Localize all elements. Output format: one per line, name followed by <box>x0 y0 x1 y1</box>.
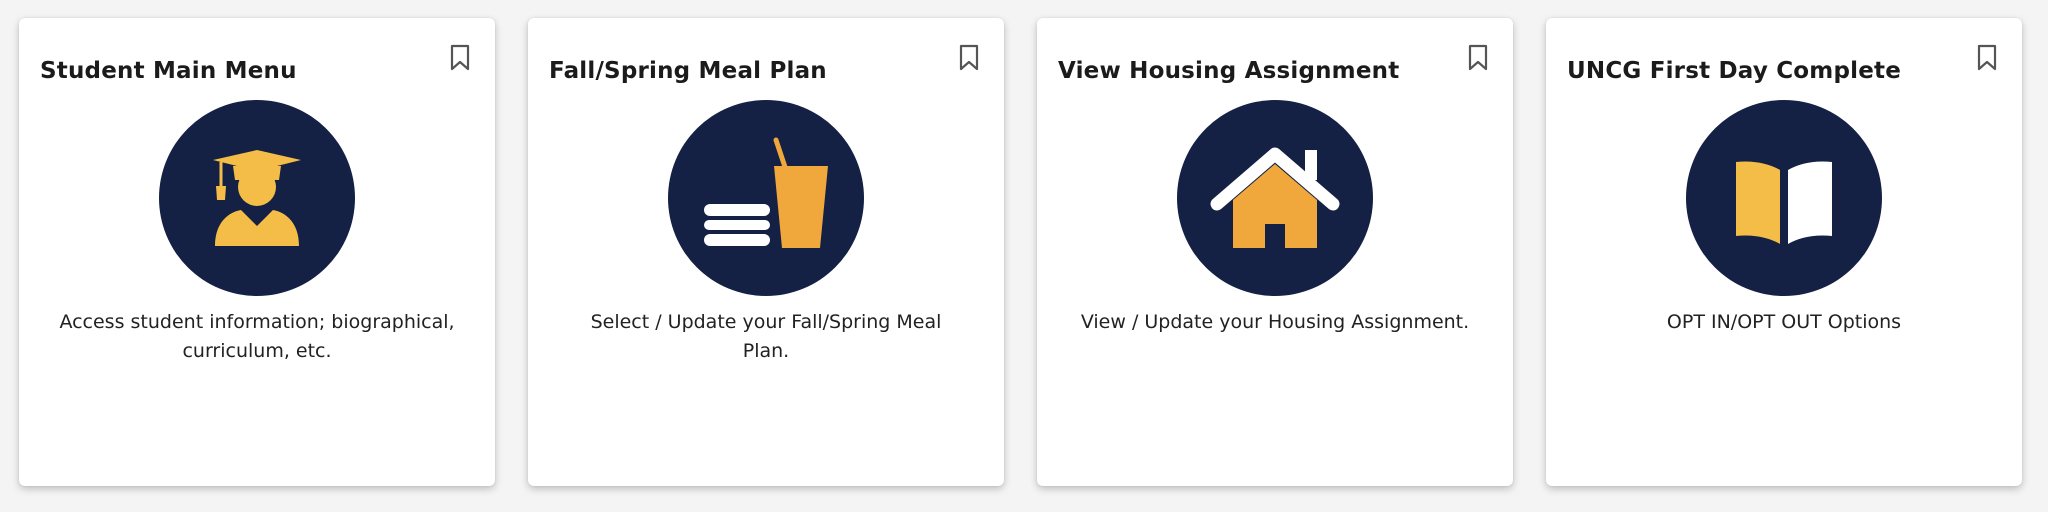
tile-student-main-menu[interactable]: Student Main Menu Access student informa… <box>19 18 495 486</box>
tile-meal-plan[interactable]: Fall/Spring Meal Plan Select / Update yo… <box>528 18 1004 486</box>
bookmark-icon[interactable] <box>958 44 980 72</box>
tile-title: Student Main Menu <box>40 58 297 84</box>
house-icon <box>1177 100 1373 296</box>
tile-description: Select / Update your Fall/Spring Meal Pl… <box>590 311 942 362</box>
bookmark-icon[interactable] <box>1467 44 1489 72</box>
tile-title: UNCG First Day Complete <box>1567 58 1902 84</box>
tile-first-day-complete[interactable]: UNCG First Day Complete OPT IN/OPT OUT O… <box>1546 18 2022 486</box>
graduate-icon <box>159 100 355 296</box>
book-icon <box>1686 100 1882 296</box>
tile-housing-assignment[interactable]: View Housing Assignment View / Update yo… <box>1037 18 1513 486</box>
tile-title: View Housing Assignment <box>1058 58 1400 84</box>
tile-grid: Student Main Menu Access student informa… <box>0 0 2048 512</box>
tile-description: OPT IN/OPT OUT Options <box>1666 311 1902 333</box>
bookmark-icon[interactable] <box>1976 44 1998 72</box>
tile-description: View / Update your Housing Assignment. <box>1080 311 1470 333</box>
bookmark-icon[interactable] <box>449 44 471 72</box>
meal-icon <box>668 100 864 296</box>
tile-title: Fall/Spring Meal Plan <box>549 58 827 84</box>
tile-description: Access student information; biographical… <box>59 311 455 362</box>
